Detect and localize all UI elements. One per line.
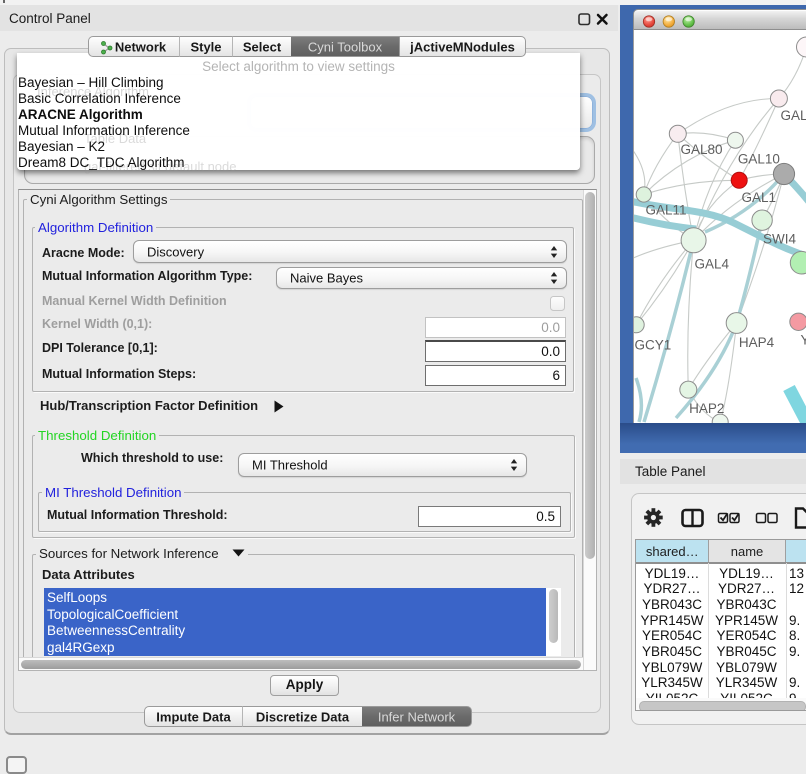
svg-text:GAL10: GAL10 — [738, 152, 780, 167]
svg-text:HAP4: HAP4 — [739, 335, 775, 350]
svg-text:GAL11: GAL11 — [646, 203, 687, 218]
svg-text:GAL80: GAL80 — [681, 142, 723, 157]
svg-text:GAL7: GAL7 — [781, 108, 806, 123]
svg-text:SWI4: SWI4 — [763, 232, 796, 247]
svg-text:GAL1: GAL1 — [742, 190, 777, 205]
svg-text:YD: YD — [801, 333, 806, 348]
svg-text:HAP2: HAP2 — [689, 401, 724, 416]
svg-text:GAL4: GAL4 — [695, 257, 730, 272]
svg-text:GCY1: GCY1 — [635, 338, 672, 353]
